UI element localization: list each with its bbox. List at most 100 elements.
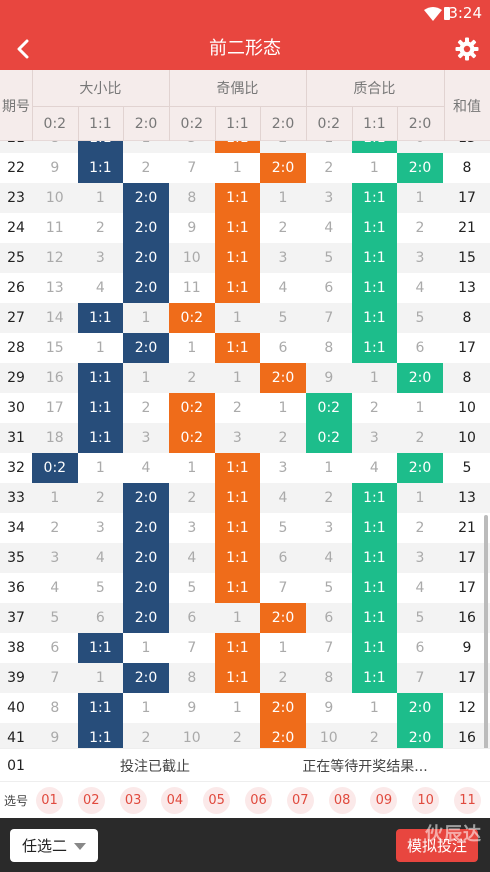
hit-cell: 2:0 <box>260 723 306 748</box>
col-header-sub: 2:0 <box>408 115 432 132</box>
miss-count-cell: 4 <box>95 550 105 566</box>
number-ball-06[interactable]: 06 <box>245 787 272 814</box>
page-title: 前二形态 <box>209 38 281 59</box>
miss-count-cell: 7 <box>187 640 197 656</box>
row-sum: 13 <box>458 490 476 506</box>
header-divider <box>123 106 125 141</box>
hit-cell: 2:0 <box>260 603 306 633</box>
miss-count-cell: 17 <box>45 400 64 416</box>
miss-count-cell: 6 <box>278 550 288 566</box>
number-picker: 选号 01 02 03 04 05 06 07 08 09 10 11 <box>0 781 490 818</box>
play-type-select[interactable]: 任选二 <box>10 829 98 862</box>
row-period: 40 <box>7 700 25 716</box>
table-row: 30 17 1:1 2 0:2 2 1 0:2 2 1 10 <box>0 393 490 423</box>
table-row: 26 13 4 2:0 11 1:1 4 6 1:1 4 13 <box>0 273 490 303</box>
table-row: 27 14 1:1 1 0:2 1 5 7 1:1 5 8 <box>0 303 490 333</box>
hit-cell: 1:1 <box>351 213 398 243</box>
row-period: 39 <box>7 670 25 686</box>
miss-count-cell: 4 <box>187 550 197 566</box>
row-period: 28 <box>7 340 25 356</box>
number-ball-03[interactable]: 03 <box>119 787 147 814</box>
number-ball-08[interactable]: 08 <box>328 787 356 814</box>
hit-cell: 2:0 <box>397 153 443 183</box>
miss-count-cell: 1 <box>141 700 151 716</box>
table-row: 22 9 1:1 2 7 1 2:0 2 1 2:0 8 <box>0 153 490 183</box>
miss-count-cell: 3 <box>95 250 105 266</box>
table-row: 38 6 1:1 1 7 1:1 1 7 1:1 6 9 <box>0 633 490 663</box>
status-bar: 3:24 <box>0 0 490 28</box>
miss-count-cell: 9 <box>187 700 197 716</box>
col-header-sub: 0:2 <box>317 115 341 132</box>
row-period: 33 <box>7 490 25 506</box>
bottom-bar: 任选二 模拟投注 伙辰达 <box>0 818 490 872</box>
trend-table[interactable]: 2181:1131:1211:10132291:12712:0212:08231… <box>0 141 490 748</box>
hit-cell: 2:0 <box>123 663 169 693</box>
miss-count-cell: 1 <box>187 340 197 356</box>
miss-count-cell: 1 <box>278 400 288 416</box>
hit-cell: 1:1 <box>214 543 261 573</box>
miss-count-cell: 3 <box>324 520 334 536</box>
hit-cell: 0:2 <box>169 303 215 333</box>
number-ball-10[interactable]: 10 <box>412 787 440 814</box>
header-divider <box>32 106 444 107</box>
miss-count-cell: 2 <box>369 730 379 746</box>
number-ball-05[interactable]: 05 <box>203 787 231 814</box>
miss-count-cell: 1 <box>415 490 425 506</box>
row-sum: 5 <box>462 460 472 476</box>
miss-count-cell: 1 <box>123 141 169 153</box>
col-header-sub: 2:0 <box>134 115 158 132</box>
miss-count-cell: 1 <box>232 160 242 176</box>
miss-count-cell: 2 <box>324 490 334 506</box>
number-ball-11[interactable]: 11 <box>454 787 481 814</box>
miss-count-cell: 8 <box>32 141 78 153</box>
scrollbar[interactable] <box>484 515 488 775</box>
miss-count-cell: 9 <box>50 730 60 746</box>
status-time: 3:24 <box>448 4 482 22</box>
miss-count-cell: 5 <box>415 310 425 326</box>
hit-cell: 1:1 <box>77 633 124 663</box>
row-period: 38 <box>7 640 25 656</box>
miss-count-cell: 1 <box>278 640 288 656</box>
col-header-group: 质合比 <box>353 81 396 97</box>
row-sum: 21 <box>458 220 476 236</box>
miss-count-cell: 4 <box>95 280 105 296</box>
miss-count-cell: 18 <box>45 430 64 446</box>
hit-cell: 0:2 <box>32 453 78 483</box>
hit-cell: 1:1 <box>214 243 261 273</box>
miss-count-cell: 1 <box>232 700 242 716</box>
hit-cell: 2:0 <box>123 243 169 273</box>
hit-cell: 1:1 <box>351 141 398 153</box>
miss-count-cell: 5 <box>278 520 288 536</box>
hit-cell: 1:1 <box>214 663 261 693</box>
miss-count-cell: 1 <box>95 340 105 356</box>
miss-count-cell: 1 <box>415 190 425 206</box>
hit-cell: 1:1 <box>77 723 124 748</box>
hit-cell: 1:1 <box>77 141 124 153</box>
number-ball-01[interactable]: 01 <box>36 787 63 814</box>
miss-count-cell: 7 <box>187 160 197 176</box>
number-ball-09[interactable]: 09 <box>370 787 398 814</box>
miss-count-cell: 2 <box>50 520 60 536</box>
miss-count-cell: 7 <box>50 670 60 686</box>
hit-cell: 2:0 <box>123 183 169 213</box>
miss-count-cell: 4 <box>278 280 288 296</box>
row-sum: 8 <box>462 160 472 176</box>
number-ball-02[interactable]: 02 <box>77 787 105 814</box>
miss-count-cell: 7 <box>324 640 334 656</box>
col-header-sub: 1:1 <box>363 115 386 132</box>
number-ball-04[interactable]: 04 <box>161 787 189 814</box>
table-row: 37 5 6 2:0 6 1 2:0 6 1:1 5 16 <box>0 603 490 633</box>
row-sum: 13 <box>444 141 490 153</box>
col-header-group: 奇偶比 <box>216 81 259 97</box>
number-ball-07[interactable]: 07 <box>286 787 314 814</box>
miss-count-cell: 5 <box>278 310 288 326</box>
hit-cell: 1:1 <box>214 573 261 603</box>
miss-count-cell: 4 <box>324 550 334 566</box>
miss-count-cell: 1 <box>369 370 379 386</box>
settings-button[interactable] <box>450 32 484 66</box>
miss-count-cell: 1 <box>95 670 105 686</box>
row-sum: 8 <box>462 370 472 386</box>
miss-count-cell: 8 <box>324 670 334 686</box>
miss-count-cell: 7 <box>324 310 334 326</box>
table-row: 39 7 1 2:0 8 1:1 2 8 1:1 7 17 <box>0 663 490 693</box>
